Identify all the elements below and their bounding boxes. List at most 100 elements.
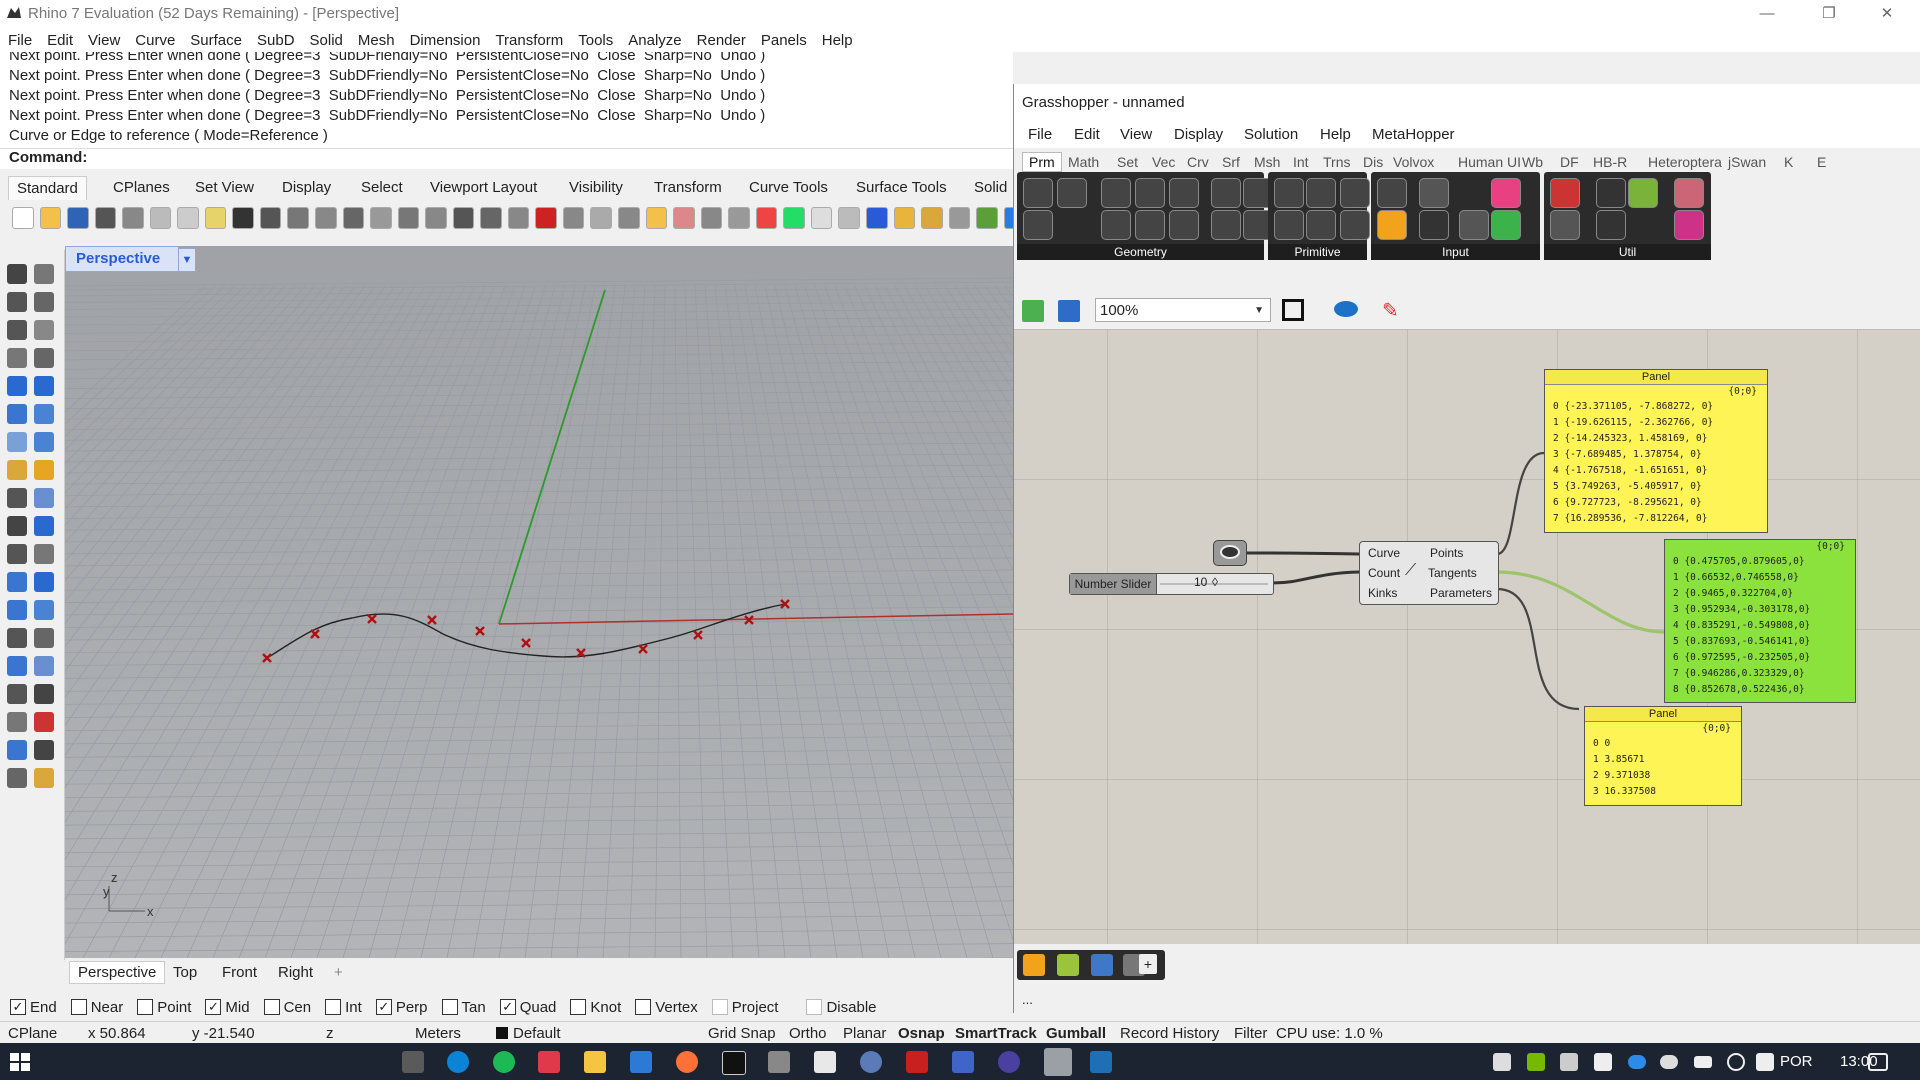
gh-component-icon[interactable] [1274, 178, 1304, 208]
status-smarttrack[interactable]: SmartTrack [955, 1025, 1037, 1042]
gh-canvas[interactable]: Number Slider 10 ◊ Curve Count Kinks Poi… [1014, 329, 1920, 944]
app-icon-r-circle[interactable] [860, 1051, 882, 1073]
menu-panels[interactable]: Panels [761, 28, 814, 49]
gh-tab-hb-r[interactable]: HB-R [1593, 154, 1627, 170]
gh-component-icon[interactable] [1057, 178, 1087, 208]
menu-file[interactable]: File [8, 28, 39, 49]
status-filter[interactable]: Filter [1234, 1025, 1267, 1042]
battery-icon[interactable] [1694, 1056, 1712, 1068]
toolbar-tool-icon[interactable] [838, 207, 860, 229]
toolbar-tool-icon[interactable] [700, 207, 723, 229]
add-view-tab-button[interactable]: + [334, 964, 343, 981]
osnap-checkbox[interactable] [806, 999, 823, 1015]
app-icon-blue[interactable] [952, 1051, 974, 1073]
number-slider[interactable]: Number Slider 10 ◊ [1069, 573, 1274, 595]
osnap-point[interactable]: Point [137, 999, 191, 1016]
onedrive-icon[interactable] [1628, 1055, 1646, 1069]
globe-icon[interactable] [1727, 1053, 1745, 1071]
gh-component-icon[interactable] [1274, 210, 1304, 240]
gh-component-icon[interactable] [1596, 210, 1626, 240]
tray-icon-4[interactable] [1594, 1053, 1612, 1071]
menu-tools[interactable]: Tools [578, 28, 620, 49]
gh-tab-prm[interactable]: Prm [1022, 152, 1062, 172]
toolbar-tool-icon[interactable] [149, 207, 172, 229]
menu-view[interactable]: View [88, 28, 127, 49]
toolbar-tab-viewport-layout[interactable]: Viewport Layout [430, 179, 537, 196]
osnap-disable[interactable]: Disable [806, 999, 877, 1016]
osnap-checkbox[interactable] [441, 999, 458, 1015]
gh-component-icon[interactable] [1211, 178, 1241, 208]
sketch-pen-icon[interactable]: ✎ [1382, 300, 1406, 322]
left-tool-icon[interactable] [34, 572, 54, 592]
view-tab-top[interactable]: Top [173, 964, 197, 981]
left-tool-icon[interactable] [7, 740, 27, 760]
toolbar-tool-icon[interactable] [755, 207, 778, 229]
toolbar-tool-icon[interactable] [342, 207, 365, 229]
grasshopper-taskbar-icon[interactable] [1090, 1051, 1112, 1073]
language-indicator[interactable]: POR [1780, 1053, 1813, 1070]
left-tool-icon[interactable] [34, 404, 54, 424]
restore-button[interactable]: ❐ [1806, 0, 1852, 28]
left-tool-icon[interactable] [7, 432, 27, 452]
toolbar-tool-icon[interactable] [177, 207, 199, 229]
divide-curve-component[interactable]: Curve Count Kinks Points Tangents Parame… [1359, 541, 1499, 605]
obs-icon[interactable] [998, 1051, 1020, 1073]
toolbar-tool-icon[interactable] [810, 207, 833, 229]
left-tool-icon[interactable] [34, 656, 54, 676]
left-tool-icon[interactable] [7, 460, 27, 480]
gh-menu-metahopper[interactable]: MetaHopper [1372, 126, 1455, 143]
status-record-history[interactable]: Record History [1120, 1025, 1219, 1042]
gh-component-icon[interactable] [1101, 210, 1131, 240]
tray-icon-3[interactable] [1560, 1053, 1578, 1071]
osnap-near[interactable]: Near [70, 999, 123, 1016]
file-explorer-icon[interactable] [584, 1051, 606, 1073]
left-tool-icon[interactable] [7, 516, 27, 536]
left-tool-icon[interactable] [7, 628, 27, 648]
status-grid-snap[interactable]: Grid Snap [708, 1025, 776, 1042]
osnap-cen[interactable]: Cen [263, 999, 311, 1016]
menu-surface[interactable]: Surface [190, 28, 249, 49]
gh-tab-int[interactable]: Int [1293, 154, 1309, 170]
toolbar-tool-icon[interactable] [507, 207, 530, 229]
osnap-checkbox[interactable] [325, 999, 342, 1015]
menu-edit[interactable]: Edit [47, 28, 80, 49]
gh-component-icon[interactable] [1169, 178, 1199, 208]
gh-component-icon[interactable] [1550, 178, 1580, 208]
osnap-checkbox[interactable]: ✓ [10, 999, 26, 1015]
left-tool-icon[interactable] [7, 544, 27, 564]
osnap-end[interactable]: ✓ End [10, 999, 57, 1016]
gh-component-icon[interactable] [1340, 210, 1370, 240]
viewport-menu-arrow-icon[interactable]: ▼ [178, 248, 196, 272]
osnap-checkbox[interactable] [635, 999, 652, 1015]
start-windows-icon[interactable] [10, 1053, 30, 1071]
pycharm-icon[interactable] [722, 1051, 746, 1075]
quick-icon-1[interactable] [1023, 954, 1045, 976]
toolbar-tool-icon[interactable] [397, 207, 420, 229]
osnap-int[interactable]: Int [325, 999, 362, 1016]
toolbar-tool-icon[interactable] [921, 207, 943, 229]
left-tool-icon[interactable] [34, 544, 54, 564]
output-parameters[interactable]: Parameters [1430, 586, 1492, 600]
gh-component-icon[interactable] [1596, 178, 1626, 208]
left-tool-icon[interactable] [34, 292, 54, 312]
gh-component-icon[interactable] [1550, 210, 1580, 240]
osnap-project[interactable]: Project [711, 999, 778, 1016]
acrobat-icon[interactable] [906, 1051, 928, 1073]
gh-tab-e[interactable]: E [1817, 154, 1826, 170]
left-tool-icon[interactable] [34, 740, 54, 760]
gh-menu-display[interactable]: Display [1174, 126, 1223, 143]
left-tool-icon[interactable] [7, 656, 27, 676]
left-tool-icon[interactable] [34, 712, 54, 732]
toolbar-tool-icon[interactable] [39, 207, 62, 229]
gh-tab-df[interactable]: DF [1560, 154, 1579, 170]
cloud-icon[interactable] [1660, 1055, 1678, 1069]
status-units[interactable]: Meters [415, 1025, 461, 1042]
osnap-checkbox[interactable] [263, 999, 280, 1015]
toolbar-tool-icon[interactable] [315, 207, 337, 229]
vscode-icon[interactable] [630, 1051, 652, 1073]
osnap-vertex[interactable]: Vertex [635, 999, 698, 1016]
toolbar-tab-display[interactable]: Display [282, 179, 331, 196]
left-tool-icon[interactable] [7, 376, 27, 396]
toolbar-tool-icon[interactable] [783, 207, 805, 229]
gh-component-icon[interactable] [1306, 178, 1336, 208]
